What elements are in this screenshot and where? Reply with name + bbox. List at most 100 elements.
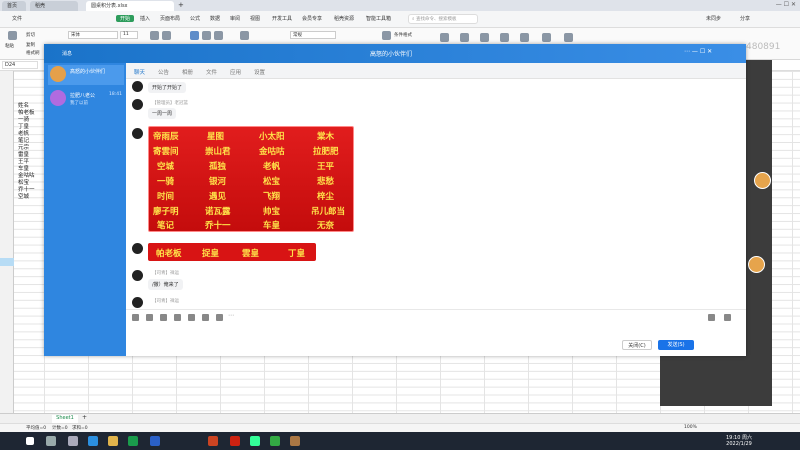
fill-icon[interactable] xyxy=(500,33,509,42)
message-bubble[interactable]: 一周一周 xyxy=(148,108,177,119)
menu-dev[interactable]: 开发工具 xyxy=(272,15,292,22)
app-icon[interactable] xyxy=(208,436,218,446)
share-button[interactable]: 分享 xyxy=(740,15,750,22)
tab-settings[interactable]: 设置 xyxy=(254,68,265,76)
sender-avatar[interactable] xyxy=(132,297,143,308)
cell-reference[interactable]: D24 xyxy=(2,61,38,69)
format-painter[interactable]: 格式刷 xyxy=(26,50,40,56)
wps-icon[interactable] xyxy=(128,436,138,446)
sheet-tab[interactable]: Sheet1 xyxy=(52,415,78,423)
cut-button[interactable]: 剪切 xyxy=(26,32,35,38)
start-icon[interactable] xyxy=(26,437,34,445)
menu-start[interactable]: 开始 xyxy=(116,15,135,22)
screenshot-icon[interactable] xyxy=(160,314,167,321)
name-text: 乔十一 xyxy=(205,221,231,231)
more-icon[interactable]: ⋯ xyxy=(228,312,234,319)
tab-docer[interactable]: 稻壳 xyxy=(30,1,78,11)
gif-icon[interactable] xyxy=(146,314,153,321)
menu-review[interactable]: 审阅 xyxy=(230,15,240,22)
sort-icon[interactable] xyxy=(480,33,489,42)
app-icon[interactable] xyxy=(150,436,160,446)
menu-formula[interactable]: 公式 xyxy=(190,15,200,22)
sender-avatar[interactable] xyxy=(132,99,143,110)
history-icon[interactable] xyxy=(724,314,731,321)
cell-text[interactable]: 空城 xyxy=(18,192,29,200)
app-icon[interactable] xyxy=(250,436,260,446)
new-tab-button[interactable]: + xyxy=(178,1,184,9)
font-size-select[interactable]: 11 xyxy=(120,31,138,39)
folder-icon[interactable] xyxy=(108,436,118,446)
menu-data[interactable]: 数据 xyxy=(210,15,220,22)
cell-icon[interactable] xyxy=(520,33,529,42)
tab-files[interactable]: 文件 xyxy=(206,68,217,76)
message-bubble[interactable]: 开始了开始了 xyxy=(148,82,187,93)
expand-icon[interactable] xyxy=(708,314,715,321)
music-icon[interactable] xyxy=(188,314,195,321)
clock-time[interactable]: 19:10 周六 xyxy=(714,434,764,441)
message-sender: 【司青】祥运 xyxy=(152,299,179,304)
taskview-icon[interactable] xyxy=(68,436,78,446)
table-style-icon[interactable] xyxy=(382,31,391,40)
number-format-select[interactable]: 常规 xyxy=(290,31,336,39)
tab-home[interactable]: 首页 xyxy=(2,1,26,11)
tab-notice[interactable]: 公告 xyxy=(158,68,169,76)
search-icon[interactable] xyxy=(46,436,56,446)
decrease-font-icon[interactable] xyxy=(162,31,171,40)
align-center-icon[interactable] xyxy=(202,31,211,40)
sender-avatar[interactable] xyxy=(132,270,143,281)
menu-view[interactable]: 视图 xyxy=(250,15,260,22)
merge-icon[interactable] xyxy=(240,31,249,40)
close-button[interactable]: 关闭(C) xyxy=(622,340,652,350)
window-controls[interactable]: — ☐ ✕ xyxy=(726,1,796,10)
send-button[interactable]: 发送(S) xyxy=(658,340,694,350)
edge-icon[interactable] xyxy=(88,436,98,446)
menu-vip[interactable]: 会员专享 xyxy=(302,15,322,22)
message-input-area[interactable]: ⋯ 关闭(C) 发送(S) xyxy=(126,309,746,356)
add-sheet-button[interactable]: + xyxy=(82,414,87,421)
voice-icon[interactable] xyxy=(216,314,223,321)
image-icon[interactable] xyxy=(202,314,209,321)
wps-writer-icon[interactable] xyxy=(230,436,240,446)
align-right-icon[interactable] xyxy=(214,31,223,40)
sender-avatar[interactable] xyxy=(132,81,143,92)
emoji-icon[interactable] xyxy=(132,314,139,321)
selected-row-header[interactable] xyxy=(0,258,14,266)
folder-icon[interactable] xyxy=(174,314,181,321)
align-icon[interactable] xyxy=(190,31,199,40)
row-col-icon[interactable] xyxy=(542,33,551,42)
app-icon[interactable] xyxy=(270,436,280,446)
tab-apps[interactable]: 应用 xyxy=(230,68,241,76)
menu-docer[interactable]: 稻壳资源 xyxy=(334,15,354,22)
sender-avatar[interactable] xyxy=(132,128,143,139)
conversation-item[interactable]: 拉肥八老公 我了以前 18:41 xyxy=(48,89,124,109)
menu-file[interactable]: 文件 xyxy=(12,15,22,22)
cond-format-button[interactable]: 条件格式 xyxy=(394,32,412,38)
conversation-item[interactable]: 高怒的小伙伴们 xyxy=(48,65,124,85)
increase-font-icon[interactable] xyxy=(150,31,159,40)
name-text: 松宝 xyxy=(263,177,281,187)
sheet-bar: Sheet1 + xyxy=(0,413,800,423)
tab-file[interactable]: 圆桌积分表.xlsx xyxy=(86,1,174,11)
name-list-card[interactable]: 帕老板 捉皇 雲皇 丁皇 xyxy=(148,243,316,261)
sender-avatar[interactable] xyxy=(132,243,143,254)
name-list-card[interactable]: 帝雨辰 星图 小太阳 棠木 寄雲间 崇山君 金咕咕 拉肥肥 空城 孤独 老帆 王… xyxy=(148,126,354,232)
paste-icon[interactable] xyxy=(8,31,17,40)
search-input[interactable]: ⌕ 查找命令、搜索模板 xyxy=(408,14,478,24)
menu-tools[interactable]: 智能工具箱 xyxy=(366,15,391,22)
menu-insert[interactable]: 插入 xyxy=(140,15,150,22)
qq-window-controls[interactable]: ⋯ — ☐ ✕ xyxy=(684,48,712,55)
font-select[interactable]: 宋体 xyxy=(68,31,118,39)
filter-icon[interactable] xyxy=(460,33,469,42)
zoom-level[interactable]: 100% xyxy=(684,425,697,430)
avatar xyxy=(50,66,66,82)
tab-album[interactable]: 相册 xyxy=(182,68,193,76)
menu-layout[interactable]: 页面布局 xyxy=(160,15,180,22)
worksheet-icon[interactable] xyxy=(564,33,573,42)
copy-button[interactable]: 复制 xyxy=(26,42,35,48)
sync-status[interactable]: 未同步 xyxy=(706,15,721,22)
message-bubble[interactable]: /撒）俺来了 xyxy=(148,279,183,290)
tab-chat[interactable]: 聊天 xyxy=(134,68,145,76)
clock-date[interactable]: 2022/1/29 xyxy=(714,441,764,447)
app-icon[interactable] xyxy=(290,436,300,446)
sum-icon[interactable] xyxy=(440,33,449,42)
